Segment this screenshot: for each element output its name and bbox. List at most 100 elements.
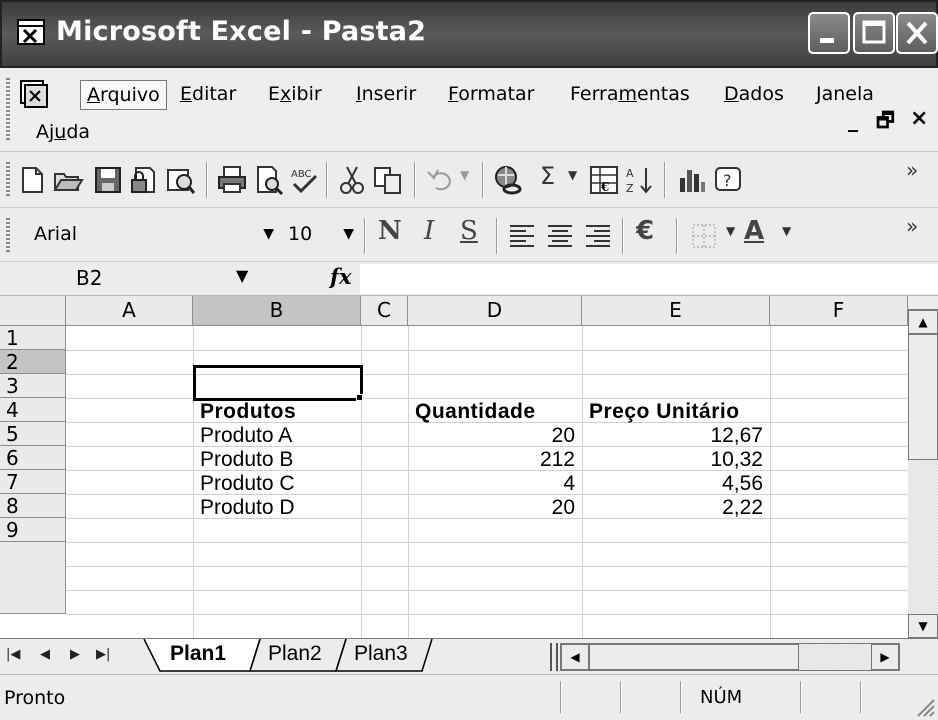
column-header-e[interactable]: E (582, 296, 770, 326)
cell-d8[interactable]: 20 (409, 496, 581, 520)
first-sheet-icon[interactable]: |◀ (6, 647, 20, 662)
vertical-scroll-thumb[interactable] (908, 334, 938, 460)
italic-button[interactable]: I (424, 216, 434, 246)
font-color-dropdown-icon[interactable]: ▼ (782, 224, 791, 238)
tab-split-handle[interactable] (550, 643, 558, 671)
chevron-down-icon[interactable]: ▼ (263, 220, 274, 248)
column-header-b[interactable]: B (193, 296, 361, 326)
spelling-icon[interactable]: ABC (288, 164, 320, 196)
overflow-icon[interactable]: » (906, 158, 918, 182)
open-icon[interactable] (52, 164, 84, 196)
cell-d6[interactable]: 212 (409, 448, 581, 472)
help-icon[interactable]: ? (712, 164, 744, 196)
scroll-up-arrow-icon[interactable]: ▲ (908, 310, 938, 334)
menu-editar[interactable]: Editar (180, 82, 236, 106)
split-box[interactable] (908, 296, 938, 310)
chevron-down-icon[interactable]: ▼ (236, 266, 248, 285)
cell-e7[interactable]: 4,56 (583, 472, 769, 496)
undo-icon[interactable] (424, 164, 456, 196)
column-header-c[interactable]: C (361, 296, 408, 326)
menu-janela[interactable]: Janela (816, 82, 874, 106)
row-header-4[interactable]: 4 (0, 398, 66, 422)
menu-dados[interactable]: Dados (724, 82, 784, 106)
currency-button[interactable]: € (636, 216, 654, 246)
chevron-down-icon[interactable]: ▼ (343, 220, 354, 248)
fill-handle[interactable] (356, 394, 363, 401)
next-sheet-icon[interactable]: ▶ (70, 647, 80, 662)
workbook-close-button[interactable]: × (910, 106, 928, 131)
align-left-icon[interactable] (506, 220, 538, 252)
scroll-left-arrow-icon[interactable]: ◀ (561, 644, 589, 670)
row-header-6[interactable]: 6 (0, 446, 66, 470)
resize-grip-icon[interactable] (912, 694, 936, 718)
row-header-8[interactable]: 8 (0, 494, 66, 518)
cell-b8[interactable]: Produto D (194, 496, 360, 520)
insert-function-fx-icon[interactable]: fx (330, 264, 352, 289)
research-icon[interactable] (164, 164, 196, 196)
close-button[interactable] (896, 12, 938, 54)
font-size-combo[interactable]: 10 ▼ (282, 220, 358, 250)
cell-b5[interactable]: Produto A (194, 424, 360, 448)
copy-icon[interactable] (372, 164, 404, 196)
undo-dropdown-icon[interactable]: ▼ (460, 168, 469, 182)
sheet-tab-plan3[interactable]: Plan3 (348, 639, 414, 671)
row-header-7[interactable]: 7 (0, 470, 66, 494)
borders-icon[interactable] (688, 220, 720, 252)
font-color-button[interactable]: A (744, 216, 764, 246)
cell-e5[interactable]: 12,67 (583, 424, 769, 448)
row-header-9[interactable]: 9 (0, 518, 66, 542)
column-header-d[interactable]: D (408, 296, 582, 326)
last-sheet-icon[interactable]: ▶| (96, 647, 110, 662)
print-preview-icon[interactable] (252, 164, 284, 196)
select-all-corner[interactable] (0, 296, 66, 326)
toolbar-grip[interactable] (6, 162, 10, 198)
save-icon[interactable] (92, 164, 124, 196)
row-header-1[interactable]: 1 (0, 326, 66, 350)
scroll-down-arrow-icon[interactable]: ▼ (908, 614, 938, 638)
horizontal-scrollbar[interactable]: ◀ ▶ (560, 643, 900, 671)
menu-grip[interactable] (6, 78, 10, 142)
menu-ajuda[interactable]: Ajuda (36, 120, 90, 144)
autosum-icon[interactable]: Σ (540, 162, 555, 190)
menu-ferramentas[interactable]: Ferramentas (570, 82, 690, 106)
align-center-icon[interactable] (544, 220, 576, 252)
name-box[interactable]: B2 (0, 264, 250, 294)
workbook-restore-button[interactable]: 🗗 (876, 106, 895, 140)
align-right-icon[interactable] (582, 220, 614, 252)
insert-function-icon[interactable]: € (588, 164, 620, 196)
cell-b4[interactable]: Produtos (194, 400, 360, 424)
cut-icon[interactable] (336, 164, 368, 196)
font-name-combo[interactable]: Arial ▼ (28, 220, 278, 250)
row-header-3[interactable]: 3 (0, 374, 66, 398)
cell-d5[interactable]: 20 (409, 424, 581, 448)
borders-dropdown-icon[interactable]: ▼ (726, 224, 735, 238)
column-header-f[interactable]: F (770, 296, 908, 326)
cell-d7[interactable]: 4 (409, 472, 581, 496)
overflow-icon[interactable]: » (906, 214, 918, 238)
title-bar[interactable]: Microsoft Excel - Pasta2 (0, 0, 938, 68)
column-header-a[interactable]: A (66, 296, 193, 326)
cell-e8[interactable]: 2,22 (583, 496, 769, 520)
new-icon[interactable] (16, 164, 48, 196)
menu-formatar[interactable]: Formatar (448, 82, 534, 106)
scroll-right-arrow-icon[interactable]: ▶ (871, 644, 899, 670)
minimize-button[interactable] (808, 12, 850, 54)
sheet-tab-plan1[interactable]: Plan1 (162, 639, 234, 671)
row-header-2[interactable]: 2 (0, 350, 66, 374)
worksheet-grid[interactable]: A B C D E F 1 2 3 4 5 6 7 8 9 Produtos Q… (0, 296, 908, 638)
autosum-dropdown-icon[interactable]: ▼ (568, 168, 577, 182)
cell-e4[interactable]: Preço Unitário (583, 400, 769, 424)
cell-b6[interactable]: Produto B (194, 448, 360, 472)
sheet-tab-plan2[interactable]: Plan2 (262, 639, 328, 671)
horizontal-scroll-thumb[interactable] (589, 644, 799, 670)
document-icon[interactable] (18, 78, 48, 108)
active-cell-b2[interactable] (193, 365, 363, 401)
menu-inserir[interactable]: Inserir (356, 82, 416, 106)
formula-input[interactable] (360, 264, 938, 294)
chart-wizard-icon[interactable] (676, 164, 708, 196)
menu-arquivo[interactable]: Arquivo (80, 80, 167, 110)
vertical-scrollbar[interactable]: ▲ ▼ (908, 296, 938, 638)
cell-b7[interactable]: Produto C (194, 472, 360, 496)
menu-exibir[interactable]: Exibir (268, 82, 322, 106)
permission-icon[interactable] (128, 164, 160, 196)
